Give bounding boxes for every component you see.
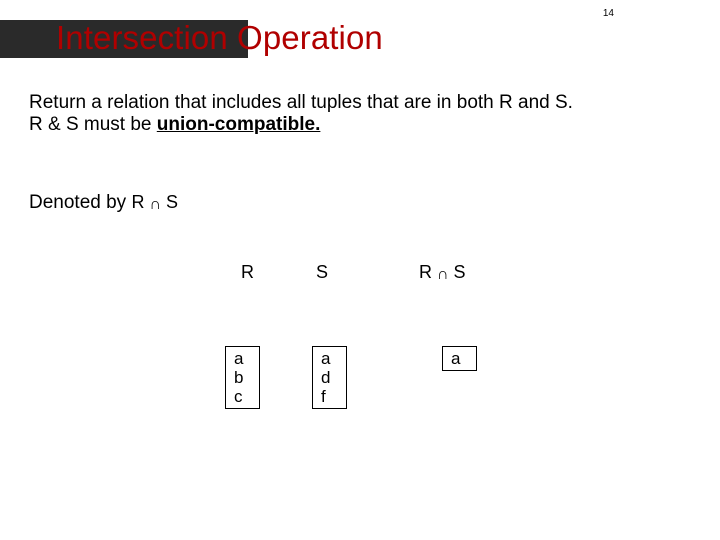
body-line-1: Return a relation that includes all tupl… [29,92,691,114]
table-row: b [234,368,243,387]
label-R-intersect-S: R ∩ S [419,262,466,283]
page-number: 14 [603,8,614,19]
label-RS-left: R [419,262,437,282]
denoted-expression: R ∩ S [131,192,178,212]
relation-table-R-intersect-S: a [442,346,477,371]
table-row: f [321,387,330,406]
body-line-2: R & S must be union-compatible. [29,114,691,136]
table-row: c [234,387,243,406]
denoted-by-line: Denoted by R ∩ S [29,192,178,214]
table-row: a [321,349,330,368]
label-R: R [241,262,254,283]
table-row: d [321,368,330,387]
expr-left: R [131,192,149,212]
relation-table-R: a b c [225,346,260,409]
body-text: Return a relation that includes all tupl… [29,92,691,137]
relation-table-S: a d f [312,346,347,409]
union-compatible-term: union-compatible. [157,114,321,135]
label-RS-right: S [449,262,466,282]
intersection-icon: ∩ [437,266,449,283]
denoted-prefix: Denoted by [29,192,131,213]
label-S: S [316,262,328,283]
expr-right: S [161,192,178,212]
table-row: a [451,349,460,368]
slide-title: Intersection Operation [56,19,383,57]
intersection-icon: ∩ [149,196,161,213]
table-row: a [234,349,243,368]
body-line-2-prefix: R & S must be [29,114,157,135]
